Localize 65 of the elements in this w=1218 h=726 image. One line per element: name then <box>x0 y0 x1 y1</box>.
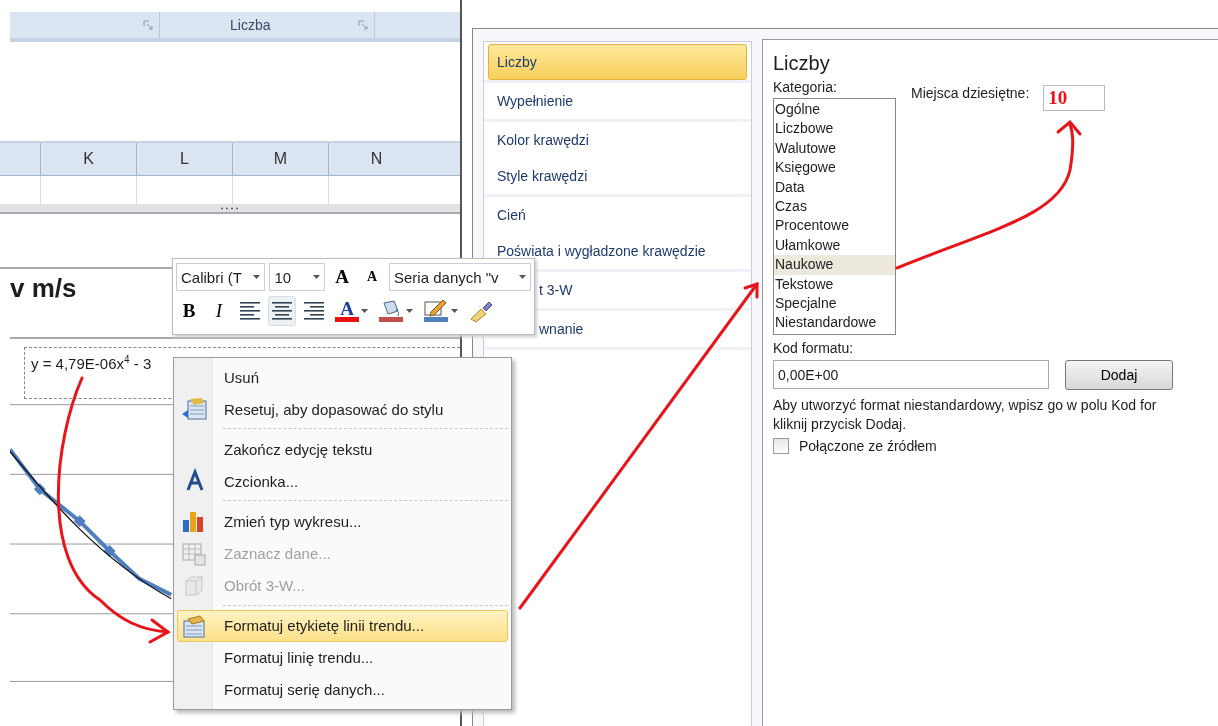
group-label: Liczba <box>230 17 271 33</box>
hint-text: Aby utworzyć format niestandardowy, wpisz go w polu Kod for <box>773 395 1158 415</box>
nav-item[interactable]: wnanie <box>532 311 747 347</box>
align-left-icon <box>239 300 261 322</box>
list-item[interactable]: Księgowe <box>774 158 895 178</box>
list-item[interactable]: Niestandardowe <box>774 313 895 333</box>
font-dropdown[interactable]: Calibri (T <box>176 263 266 291</box>
list-item[interactable]: Ogólne <box>774 100 895 120</box>
field-label: Miejsca dziesiętne: <box>911 85 1030 101</box>
bold-button[interactable]: B <box>176 296 202 326</box>
align-center-icon <box>271 300 293 322</box>
list-item[interactable]: Specjalne <box>774 294 895 314</box>
menu-item[interactable]: Usuń <box>177 361 508 394</box>
menu-item[interactable]: Formatuj serię danych... <box>177 673 508 706</box>
menu-item[interactable]: Zakończ edycję tekstu <box>177 433 508 466</box>
list-item[interactable]: Ułamkowe <box>774 235 895 256</box>
menu-item[interactable]: Zmień typ wykresu... <box>177 505 508 538</box>
panel-title: Liczby <box>773 52 831 75</box>
nav-item[interactable]: t 3-W <box>532 272 747 308</box>
list-item[interactable]: Data <box>774 177 895 198</box>
align-right-icon <box>303 300 325 322</box>
checkbox-label: Połączone ze źródłem <box>799 437 937 454</box>
nav-item[interactable]: Cień <box>488 197 747 233</box>
caret-icon <box>313 275 320 279</box>
caret-icon <box>253 275 261 279</box>
menu-item[interactable]: Formatuj linię trendu... <box>177 641 508 674</box>
brush-icon <box>468 299 494 323</box>
nav-item[interactable]: Wypełnienie <box>488 83 747 119</box>
hint-text: kliknij przycisk Dodaj. <box>773 414 908 434</box>
column-header[interactable]: K <box>40 143 136 175</box>
list-item[interactable]: Czas <box>774 197 895 217</box>
menu-item[interactable]: Resetuj, aby dopasować do stylu <box>177 393 508 426</box>
checkbox[interactable] <box>773 437 789 454</box>
reset-icon <box>180 396 210 423</box>
list-item[interactable]: Walutowe <box>774 138 895 159</box>
grip-icon <box>220 206 240 210</box>
element-dropdown[interactable]: Seria danych "v <box>389 263 531 291</box>
nav-item[interactable]: Style krawędzi <box>488 158 747 194</box>
size-dropdown[interactable]: 10 <box>269 263 325 291</box>
color-bar <box>335 316 359 322</box>
input-field[interactable]: 10 <box>1043 85 1106 111</box>
column-header[interactable]: M <box>232 143 328 175</box>
column-header[interactable]: L <box>136 143 232 175</box>
add-button[interactable]: Dodaj <box>1065 359 1173 390</box>
column-header[interactable]: N <box>328 143 424 175</box>
nav-item[interactable]: Liczby <box>488 44 747 80</box>
paint-bucket-icon <box>378 299 404 323</box>
list-item[interactable]: Tekstowe <box>774 274 895 295</box>
field-label: Kod formatu: <box>773 339 855 356</box>
list-item[interactable]: Liczbowe <box>774 119 895 139</box>
font-color-button[interactable]: A <box>332 296 371 326</box>
italic-button[interactable]: I <box>206 296 232 326</box>
caret-icon <box>361 309 368 313</box>
caret-icon <box>451 309 458 313</box>
pencil-icon <box>423 299 449 323</box>
align-center-button[interactable] <box>268 296 296 326</box>
list-item[interactable]: Procentowe <box>774 216 895 236</box>
menu-item[interactable]: Czcionka... <box>177 465 508 498</box>
field-label: Kategoria: <box>773 79 838 95</box>
menu-item[interactable]: Formatuj etykietę linii trendu... <box>177 609 508 642</box>
list-item[interactable]: Naukowe <box>774 255 895 275</box>
input-field[interactable]: 0,00E+00 <box>773 360 1049 390</box>
nav-item[interactable]: Kolor krawędzi <box>488 122 747 158</box>
caret-icon <box>406 309 413 313</box>
caret-icon <box>519 275 526 279</box>
